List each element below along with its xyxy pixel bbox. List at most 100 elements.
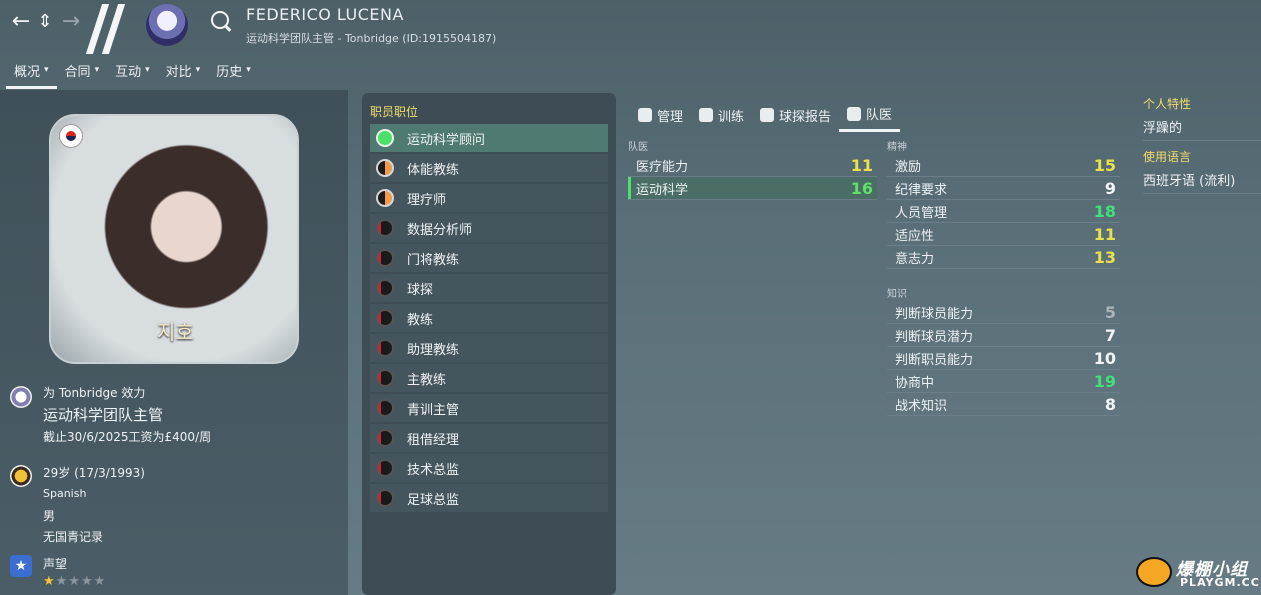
roles-panel: 职员职位 运动科学顾问 体能教练 理疗师 数据分析师 门将教练 球探 教练 助理教练 主教练 青训… bbox=[362, 93, 616, 595]
attribute-row[interactable]: 激励 15 bbox=[887, 154, 1120, 176]
chevron-down-icon: ▾ bbox=[195, 65, 201, 75]
attribute-row[interactable]: 判断球员能力 5 bbox=[887, 301, 1120, 323]
birthday-icon bbox=[10, 465, 32, 487]
tab-compare[interactable]: 对比 ▾ bbox=[158, 58, 209, 86]
attribute-name: 激励 bbox=[895, 159, 922, 175]
language-title: 使用语言 bbox=[1143, 150, 1192, 164]
tab-label: 对比 bbox=[165, 65, 192, 80]
attribute-name: 战术知识 bbox=[895, 398, 948, 414]
star-icon: ★ bbox=[93, 574, 107, 589]
club-crest-icon[interactable] bbox=[146, 4, 188, 46]
attribute-value: 11 bbox=[1093, 224, 1116, 244]
star-icon: ★ bbox=[55, 574, 69, 589]
medical-section-title: 队医 bbox=[628, 142, 648, 153]
attribute-row[interactable]: 医疗能力 11 bbox=[628, 154, 877, 176]
tab-scouting[interactable]: 球探报告 bbox=[752, 98, 839, 132]
age-info: 29岁 (17/3/1993) bbox=[43, 466, 145, 480]
forward-arrow-icon[interactable]: → bbox=[60, 9, 82, 34]
tab-label: 互动 bbox=[115, 65, 142, 80]
club-crest-small-icon[interactable] bbox=[10, 386, 32, 408]
tab-contract[interactable]: 合同 ▾ bbox=[57, 58, 108, 86]
role-item[interactable]: 运动科学顾问 bbox=[370, 124, 608, 152]
role-item[interactable]: 教练 bbox=[370, 304, 608, 332]
suitability-icon bbox=[376, 429, 394, 447]
attribute-name: 医疗能力 bbox=[636, 159, 689, 175]
suitability-icon bbox=[376, 459, 394, 477]
role-item[interactable]: 技术总监 bbox=[370, 454, 608, 482]
tab-training[interactable]: 训练 bbox=[691, 98, 752, 132]
role-item[interactable]: 足球总监 bbox=[370, 484, 608, 512]
tab-history[interactable]: 历史 ▾ bbox=[208, 58, 259, 86]
role-item[interactable]: 助理教练 bbox=[370, 334, 608, 362]
attribute-row[interactable]: 人员管理 18 bbox=[887, 200, 1120, 222]
main-tabs: 概况 ▾ 合同 ▾ 互动 ▾ 对比 ▾ 历史 ▾ bbox=[6, 58, 259, 89]
attribute-value: 19 bbox=[1093, 371, 1116, 391]
watermark-sub: PLAYGM.CC bbox=[1180, 576, 1260, 589]
attribute-row[interactable]: 战术知识 8 bbox=[887, 393, 1120, 415]
suitability-icon bbox=[376, 339, 394, 357]
tab-medical[interactable]: 队医 bbox=[839, 98, 901, 132]
reputation-stars: ★★★★★ bbox=[43, 574, 106, 589]
gps-logo-icon bbox=[1136, 557, 1172, 587]
tab-interaction[interactable]: 互动 ▾ bbox=[107, 58, 158, 86]
star-icon: ★ bbox=[68, 574, 81, 589]
mental-section-title: 精神 bbox=[887, 142, 907, 153]
club-line: 为 Tonbridge 效力 bbox=[43, 386, 146, 400]
chevron-down-icon: ▾ bbox=[94, 65, 100, 75]
attribute-row[interactable]: 意志力 13 bbox=[887, 246, 1120, 268]
suitability-icon bbox=[376, 309, 394, 327]
watermark-logo: 爆棚小组 PLAYGM.CC bbox=[1130, 552, 1259, 592]
attribute-name: 协商中 bbox=[895, 375, 935, 391]
role-item[interactable]: 主教练 bbox=[370, 364, 608, 392]
traits-title: 个人特性 bbox=[1143, 97, 1192, 111]
up-down-icon[interactable]: ⇕ bbox=[34, 10, 56, 32]
tab-label: 概况 bbox=[14, 65, 41, 80]
language-value: 西班牙语 (流利) bbox=[1143, 174, 1236, 189]
attribute-row[interactable]: 纪律要求 9 bbox=[887, 177, 1120, 199]
role-label: 门将教练 bbox=[407, 252, 460, 268]
search-icon[interactable] bbox=[211, 11, 229, 29]
suitability-icon bbox=[376, 189, 394, 207]
role-label: 足球总监 bbox=[407, 492, 460, 508]
attribute-value: 5 bbox=[1104, 302, 1116, 322]
role-label: 理疗师 bbox=[407, 192, 447, 208]
attribute-value: 16 bbox=[850, 178, 873, 198]
attribute-row[interactable]: 适应性 11 bbox=[887, 223, 1120, 245]
attribute-name: 判断球员潜力 bbox=[895, 329, 974, 345]
person-name: FEDERICO LUCENA bbox=[246, 5, 404, 24]
role-label: 助理教练 bbox=[407, 342, 460, 358]
youth-record: 无国青记录 bbox=[43, 530, 104, 544]
role-label: 运动科学顾问 bbox=[407, 132, 486, 148]
role-item[interactable]: 体能教练 bbox=[370, 154, 608, 182]
attribute-row[interactable]: 协商中 19 bbox=[887, 370, 1120, 392]
attribute-row[interactable]: 判断职员能力 10 bbox=[887, 347, 1120, 369]
role-item[interactable]: 数据分析师 bbox=[370, 214, 608, 242]
suitability-icon bbox=[376, 129, 394, 147]
tab-label: 球探报告 bbox=[779, 109, 832, 125]
tab-label: 管理 bbox=[657, 109, 684, 125]
role-label: 数据分析师 bbox=[407, 222, 473, 238]
suitability-icon bbox=[376, 279, 394, 297]
role-item[interactable]: 球探 bbox=[370, 274, 608, 302]
staff-photo: 지호 bbox=[49, 114, 299, 364]
attribute-name: 运动科学 bbox=[636, 182, 689, 198]
role-item[interactable]: 租借经理 bbox=[370, 424, 608, 452]
attribute-value: 9 bbox=[1104, 178, 1116, 198]
attribute-row[interactable]: 判断球员潜力 7 bbox=[887, 324, 1120, 346]
tab-management[interactable]: 管理 bbox=[630, 98, 691, 132]
role-item[interactable]: 青训主管 bbox=[370, 394, 608, 422]
role-label: 教练 bbox=[407, 312, 434, 328]
contract-info: 截止30/6/2025工资为£400/周 bbox=[43, 430, 212, 444]
chevron-down-icon: ▾ bbox=[145, 65, 150, 75]
tab-overview[interactable]: 概况 ▾ bbox=[6, 58, 57, 89]
attribute-row[interactable]: 运动科学 16 bbox=[628, 177, 877, 199]
back-arrow-icon[interactable]: ← bbox=[10, 9, 32, 34]
top-bar: ← ⇕ → FEDERICO LUCENA 运动科学团队主管 - Tonbrid… bbox=[0, 0, 1261, 56]
star-icon: ★ bbox=[43, 574, 56, 589]
role-item[interactable]: 门将教练 bbox=[370, 244, 608, 272]
suitability-icon bbox=[376, 369, 394, 387]
traits-value: 浮躁的 bbox=[1143, 121, 1183, 136]
attribute-value: 13 bbox=[1093, 247, 1116, 267]
role-item[interactable]: 理疗师 bbox=[370, 184, 608, 212]
attribute-value: 18 bbox=[1093, 201, 1116, 221]
